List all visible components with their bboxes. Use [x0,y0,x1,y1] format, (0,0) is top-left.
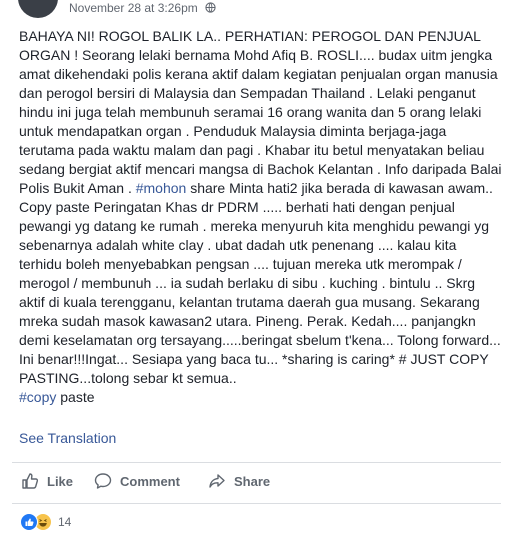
globe-icon [205,2,216,16]
post-header: November 28 at 3:26pm [0,0,513,18]
reaction-count[interactable]: 14 [58,515,71,529]
post-text-segment: share Minta hati2 jika berada di kawasan… [19,180,501,386]
post-text-segment: paste [56,389,95,405]
see-translation-link[interactable]: See Translation [19,430,116,446]
comment-icon [94,473,112,489]
like-label: Like [47,473,74,489]
divider [12,503,501,504]
post-text: BAHAYA NI! ROGOL BALIK LA.. PERHATIAN: P… [19,27,503,407]
like-icon [22,473,39,489]
share-button[interactable]: Share [208,472,270,490]
like-reaction-icon [20,513,38,531]
post-body: BAHAYA NI! ROGOL BALIK LA.. PERHATIAN: P… [19,27,503,407]
divider [12,462,501,463]
reactions-summary[interactable]: 14 [20,513,71,531]
post-text-segment: BAHAYA NI! ROGOL BALIK LA.. PERHATIAN: P… [19,28,502,196]
post-timestamp[interactable]: November 28 at 3:26pm [69,1,216,16]
post-actions-bar: Like Comment Share [0,468,513,496]
share-icon [209,474,225,488]
timestamp-text[interactable]: November 28 at 3:26pm [69,1,198,15]
avatar[interactable] [18,0,58,18]
hashtag-copy-link[interactable]: #copy [19,389,56,405]
facebook-post: November 28 at 3:26pm BAHAYA NI! ROGOL B… [0,0,513,545]
share-label: Share [234,473,271,489]
hashtag-mohon-link[interactable]: #mohon [136,180,187,196]
comment-button[interactable]: Comment [94,472,180,490]
like-button[interactable]: Like [21,472,73,490]
comment-label: Comment [120,473,180,489]
